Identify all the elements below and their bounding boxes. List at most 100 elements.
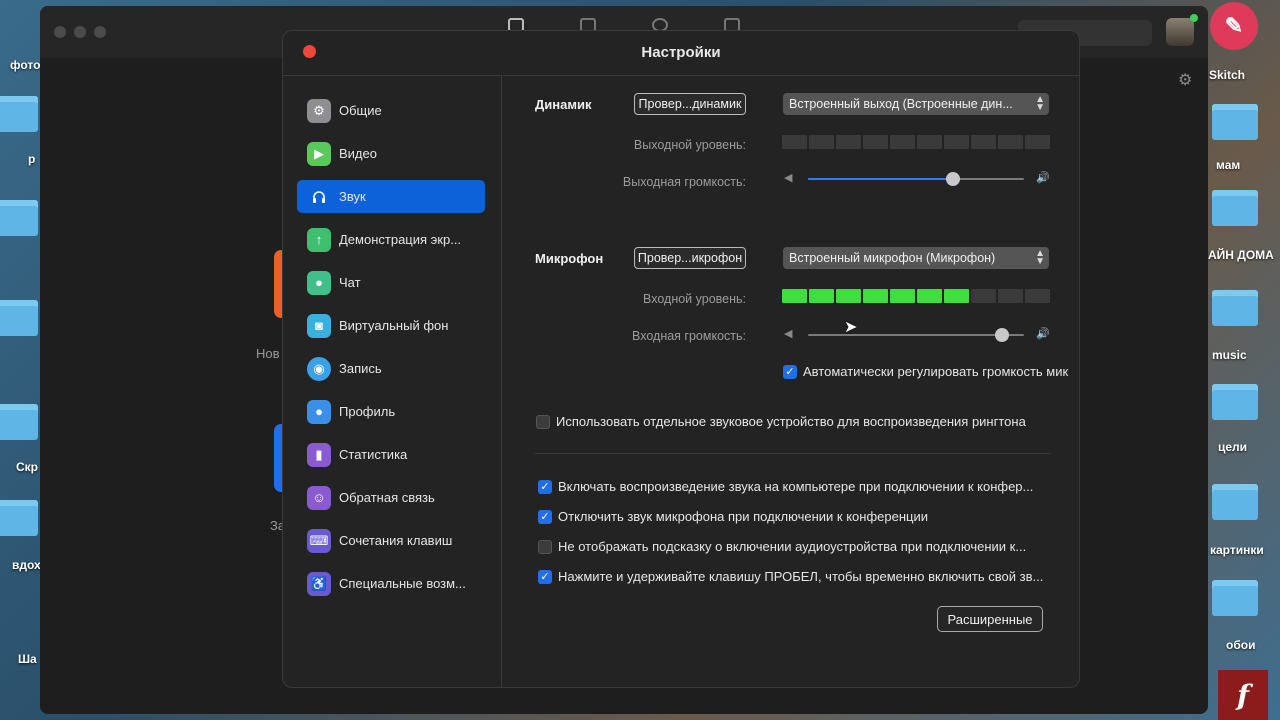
- ringtone-label: Использовать отдельное звуковое устройст…: [556, 414, 1026, 429]
- output-volume-slider[interactable]: ◀ 🔊: [782, 172, 1050, 186]
- checkbox[interactable]: [538, 539, 552, 554]
- window-close-dot[interactable]: [54, 26, 66, 38]
- sidebar-item-accessibility[interactable]: ♿ Специальные возм...: [297, 567, 485, 600]
- checkbox[interactable]: [536, 414, 550, 429]
- advanced-button[interactable]: Расширенные: [937, 606, 1043, 632]
- slider-thumb[interactable]: [995, 328, 1010, 342]
- desktop-label: обои: [1226, 638, 1256, 652]
- sidebar-item-profile[interactable]: ● Профиль: [297, 395, 485, 428]
- desktop-folder[interactable]: [1212, 290, 1258, 326]
- meter-segment: [998, 135, 1023, 149]
- desktop-label: Skitch: [1209, 68, 1246, 82]
- updown-chevron-icon: ▲ ▼: [1035, 94, 1045, 113]
- desktop-label: р: [28, 152, 36, 166]
- sidebar-item-general[interactable]: ⚙ Общие: [297, 94, 485, 127]
- sidebar-item-keyboard-shortcuts[interactable]: ⌨ Сочетания клавиш: [297, 524, 485, 557]
- sidebar-item-feedback[interactable]: ☺ Обратная связь: [297, 481, 485, 514]
- output-level-meter: [782, 135, 1050, 149]
- checkbox[interactable]: ✓: [783, 364, 797, 379]
- desktop-label: фото: [10, 58, 41, 72]
- option-label: Не отображать подсказку о включении ауди…: [558, 539, 1027, 554]
- option-join-computer-audio[interactable]: ✓ Включать воспроизведение звука на комп…: [538, 479, 1033, 494]
- slider-thumb[interactable]: [945, 172, 960, 186]
- desktop-folder[interactable]: [1212, 104, 1258, 140]
- input-level-meter: [782, 289, 1050, 303]
- test-microphone-button[interactable]: Провер...икрофон: [634, 247, 746, 269]
- option-push-to-talk[interactable]: ✓ Нажмите и удерживайте клавишу ПРОБЕЛ, …: [538, 569, 1043, 584]
- meter-segment: [782, 135, 807, 149]
- flash-app-icon[interactable]: f: [1218, 670, 1268, 720]
- speaker-device-select[interactable]: Встроенный выход (Встроенные дин... ▲ ▼: [783, 93, 1049, 115]
- meter-segment: [998, 289, 1023, 303]
- desktop-folder[interactable]: [1212, 384, 1258, 420]
- sidebar-item-virtual-background[interactable]: ◙ Виртуальный фон: [297, 309, 485, 342]
- sidebar-item-label: Демонстрация экр...: [339, 232, 462, 247]
- meter-segment: [944, 135, 969, 149]
- sidebar-item-label: Статистика: [339, 447, 408, 462]
- input-volume-slider[interactable]: ◀ 🔊: [782, 328, 1050, 342]
- meter-segment: [809, 135, 834, 149]
- sidebar-item-video[interactable]: ▶ Видео: [297, 137, 485, 170]
- avatar[interactable]: [1166, 18, 1194, 46]
- meter-segment: [782, 289, 807, 303]
- desktop-label: цели: [1218, 440, 1248, 454]
- meter-segment: [971, 135, 996, 149]
- desktop-label: мам: [1216, 158, 1241, 172]
- desktop-folder[interactable]: [1212, 580, 1258, 616]
- dialog-title: Настройки: [641, 44, 721, 61]
- checkbox[interactable]: ✓: [538, 479, 552, 494]
- sidebar-item-label: Обратная связь: [339, 490, 435, 505]
- separate-ringtone-device-checkbox[interactable]: Использовать отдельное звуковое устройст…: [536, 414, 1026, 429]
- sidebar-item-chat[interactable]: ● Чат: [297, 266, 485, 299]
- sidebar-item-label: Звук: [339, 189, 366, 204]
- volume-low-icon: ◀: [784, 172, 793, 184]
- microphone-device-select[interactable]: Встроенный микрофон (Микрофон) ▲ ▼: [783, 247, 1049, 269]
- sidebar-item-screen-share[interactable]: ↑ Демонстрация экр...: [297, 223, 485, 256]
- desktop-folder[interactable]: [0, 500, 38, 536]
- mouse-cursor-icon: ➤: [844, 319, 858, 336]
- meter-segment: [1025, 289, 1050, 303]
- sidebar-item-label: Общие: [339, 103, 382, 118]
- checkbox[interactable]: ✓: [538, 569, 552, 584]
- settings-sidebar: ⚙ Общие ▶ Видео Звук ↑ Демонстрация экр.…: [283, 75, 502, 687]
- option-label: Включать воспроизведение звука на компью…: [558, 479, 1034, 494]
- speaker-label: Динамик: [535, 97, 592, 112]
- sidebar-item-recording[interactable]: ◉ Запись: [297, 352, 485, 385]
- input-volume-label: Входная громкость:: [632, 329, 746, 343]
- window-zoom-dot[interactable]: [94, 26, 106, 38]
- gear-icon[interactable]: ⚙: [1178, 70, 1192, 90]
- option-hide-audio-prompt[interactable]: Не отображать подсказку о включении ауди…: [538, 539, 1026, 554]
- output-level-label: Выходной уровень:: [633, 138, 746, 152]
- meter-segment: [890, 289, 915, 303]
- desktop-folder[interactable]: [1212, 190, 1258, 226]
- keyboard-icon: ⌨: [307, 528, 331, 553]
- meter-segment: [971, 289, 996, 303]
- skitch-app-icon[interactable]: ✎: [1210, 2, 1258, 50]
- sidebar-item-label: Виртуальный фон: [339, 318, 449, 333]
- checkbox[interactable]: ✓: [538, 509, 552, 524]
- desktop-folder[interactable]: [1212, 484, 1258, 520]
- desktop-label: music: [1212, 348, 1247, 362]
- sidebar-item-label: Запись: [339, 361, 382, 376]
- desktop-folder[interactable]: [0, 200, 38, 236]
- volume-high-icon: 🔊: [1036, 172, 1050, 184]
- auto-adjust-label: Автоматически регулировать громкость мик: [803, 364, 1069, 379]
- desktop-folder[interactable]: [0, 300, 38, 336]
- sidebar-item-audio[interactable]: Звук: [297, 180, 485, 213]
- test-speaker-button[interactable]: Провер...динамик: [634, 93, 746, 115]
- desktop-folder[interactable]: [0, 404, 38, 440]
- microphone-label: Микрофон: [535, 251, 604, 266]
- desktop-folder[interactable]: [0, 96, 38, 132]
- option-mute-mic-on-join[interactable]: ✓ Отключить звук микрофона при подключен…: [538, 509, 928, 524]
- window-minimize-dot[interactable]: [74, 26, 86, 38]
- sidebar-item-label: Чат: [339, 275, 361, 290]
- meter-segment: [917, 289, 942, 303]
- volume-high-icon: 🔊: [1036, 328, 1050, 340]
- option-label: Нажмите и удерживайте клавишу ПРОБЕЛ, чт…: [558, 569, 1044, 584]
- volume-low-icon: ◀: [784, 328, 793, 340]
- sidebar-item-label: Специальные возм...: [339, 576, 466, 591]
- accessibility-icon: ♿: [307, 571, 331, 596]
- sidebar-item-statistics[interactable]: ▮ Статистика: [297, 438, 485, 471]
- auto-adjust-volume-checkbox[interactable]: ✓ Автоматически регулировать громкость м…: [783, 364, 1068, 379]
- meter-segment: [863, 135, 888, 149]
